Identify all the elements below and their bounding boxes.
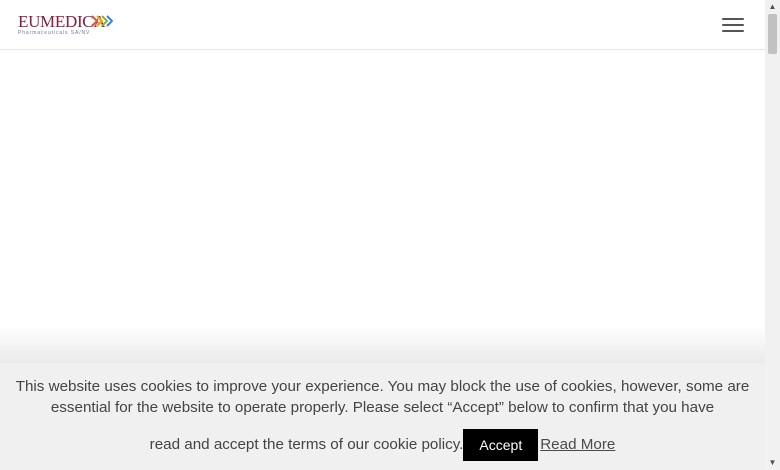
hamburger-menu-icon[interactable]: [722, 16, 746, 34]
logo-subtext: Pharmaceuticals SA/NV: [18, 30, 91, 36]
scroll-down-arrow-icon[interactable]: ▼: [765, 456, 780, 470]
cookie-notice-text: This website uses cookies to improve you…: [15, 378, 750, 416]
vertical-scrollbar[interactable]: ▲ ▼: [765, 0, 780, 470]
accept-button[interactable]: Accept: [463, 429, 539, 461]
cookie-shadow: [0, 325, 765, 365]
scrollbar-thumb[interactable]: [768, 14, 777, 54]
scroll-up-arrow-icon[interactable]: ▲: [765, 0, 780, 14]
cookie-policy-text: read and accept the terms of our cookie …: [149, 436, 464, 453]
read-more-link[interactable]: Read More: [540, 436, 615, 453]
site-logo[interactable]: EUMEDICA Pharmaceuticals SA/NV: [18, 10, 114, 40]
logo-chevrons-icon: [91, 15, 113, 27]
cookie-notice-bar: This website uses cookies to improve you…: [0, 363, 765, 470]
page: EUMEDICA Pharmaceuticals SA/NV This webs…: [0, 0, 765, 470]
site-header: EUMEDICA Pharmaceuticals SA/NV: [0, 0, 765, 50]
cookie-notice-actions: read and accept the terms of our cookie …: [10, 429, 755, 461]
